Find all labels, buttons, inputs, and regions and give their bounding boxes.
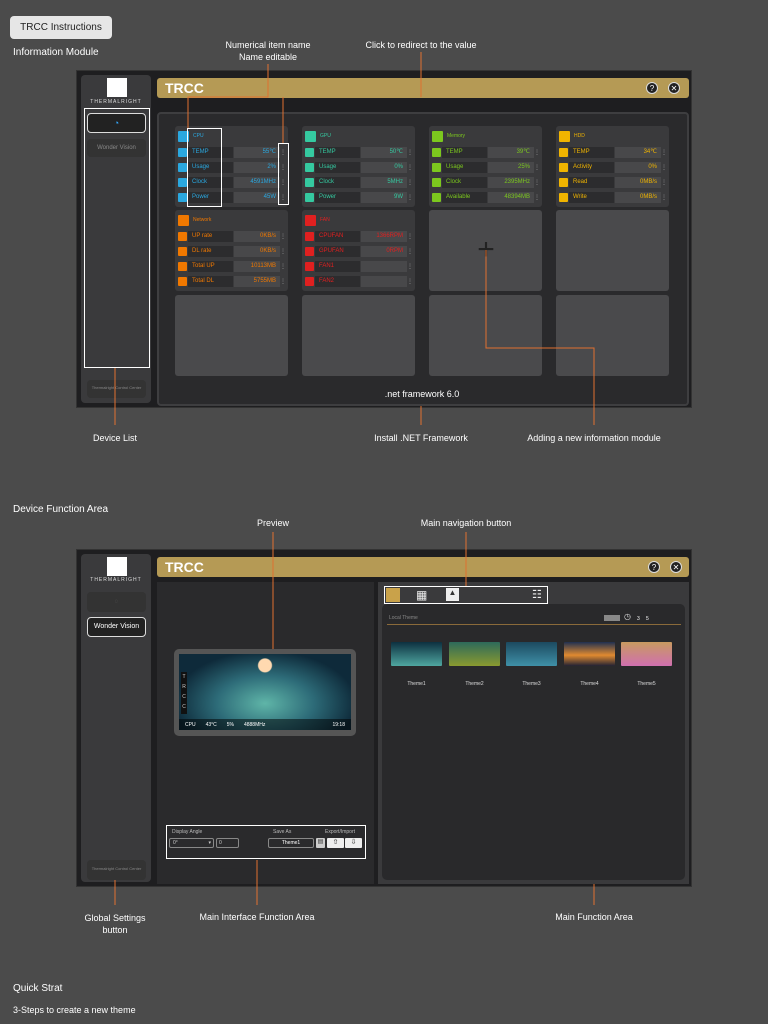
annotation-main-interface: Main Interface Function Area (199, 912, 315, 922)
annotation-add-module: Adding a new information module (527, 433, 661, 443)
annotation-install-net: Install .NET Framework (374, 433, 468, 443)
line-add-module (485, 250, 595, 425)
line-item-name (187, 64, 269, 128)
annotation-main-nav: Main navigation button (420, 518, 512, 528)
annotation-preview: Preview (256, 518, 290, 528)
annotation-global-settings: Global Settings button (84, 913, 146, 935)
annotation-main-function: Main Function Area (555, 912, 633, 922)
annotation-device-list: Device List (92, 433, 138, 443)
annotation-redirect: Click to redirect to the value (365, 40, 477, 50)
annotation-name-editable: Name editable (238, 52, 298, 62)
annotation-item-name: Numerical item name (225, 40, 311, 50)
annotation-lines (114, 52, 595, 905)
